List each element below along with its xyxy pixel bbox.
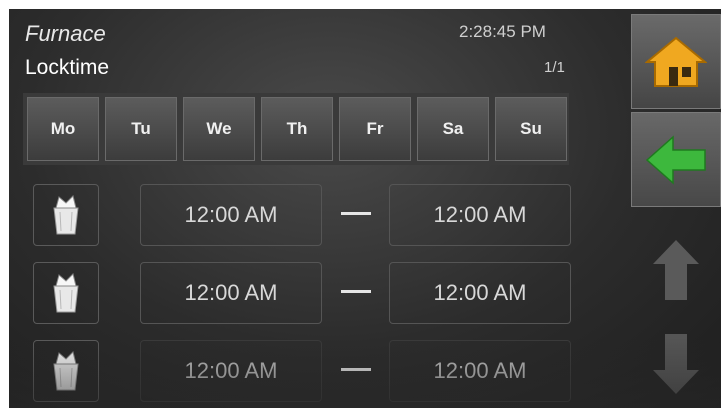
arrow-up-icon xyxy=(653,240,699,300)
page-indicator: 1/1 xyxy=(544,59,565,76)
navigation-sidebar xyxy=(628,9,721,408)
scroll-up-button[interactable] xyxy=(640,235,712,305)
delete-button[interactable] xyxy=(33,262,99,324)
delete-button[interactable] xyxy=(33,340,99,402)
day-button-we[interactable]: We xyxy=(183,97,255,161)
range-dash xyxy=(341,368,371,371)
scroll-down-button[interactable] xyxy=(640,329,712,399)
range-dash xyxy=(341,290,371,293)
back-button[interactable] xyxy=(631,112,721,207)
day-button-th[interactable]: Th xyxy=(261,97,333,161)
schedule-row: 12:00 AM 12:00 AM xyxy=(9,182,609,248)
weekday-selector: Mo Tu We Th Fr Sa Su xyxy=(23,93,569,165)
start-time-field[interactable]: 12:00 AM xyxy=(140,262,322,324)
bin-icon xyxy=(53,273,79,313)
schedule-row: 12:00 AM 12:00 AM xyxy=(9,260,609,326)
clock: 2:28:45 PM xyxy=(459,22,546,41)
end-time-field[interactable]: 12:00 AM xyxy=(389,262,571,324)
day-button-fr[interactable]: Fr xyxy=(339,97,411,161)
bin-icon xyxy=(53,195,79,235)
day-button-sa[interactable]: Sa xyxy=(417,97,489,161)
arrow-down-icon xyxy=(653,334,699,394)
home-button[interactable] xyxy=(631,14,721,109)
day-button-mo[interactable]: Mo xyxy=(27,97,99,161)
day-button-tu[interactable]: Tu xyxy=(105,97,177,161)
end-time-field[interactable]: 12:00 AM xyxy=(389,184,571,246)
schedule-row: 12:00 AM 12:00 AM xyxy=(9,338,609,404)
page-title: Furnace xyxy=(25,21,106,46)
bin-icon xyxy=(53,351,79,391)
furnace-locktime-screen: Furnace Locktime 2:28:45 PM 1/1 Mo Tu We… xyxy=(9,9,721,408)
delete-button[interactable] xyxy=(33,184,99,246)
back-arrow-icon xyxy=(645,134,706,185)
page-subtitle: Locktime xyxy=(25,56,110,79)
end-time-field[interactable]: 12:00 AM xyxy=(389,340,571,402)
home-icon xyxy=(645,36,707,87)
start-time-field[interactable]: 12:00 AM xyxy=(140,340,322,402)
range-dash xyxy=(341,212,371,215)
start-time-field[interactable]: 12:00 AM xyxy=(140,184,322,246)
day-button-su[interactable]: Su xyxy=(495,97,567,161)
